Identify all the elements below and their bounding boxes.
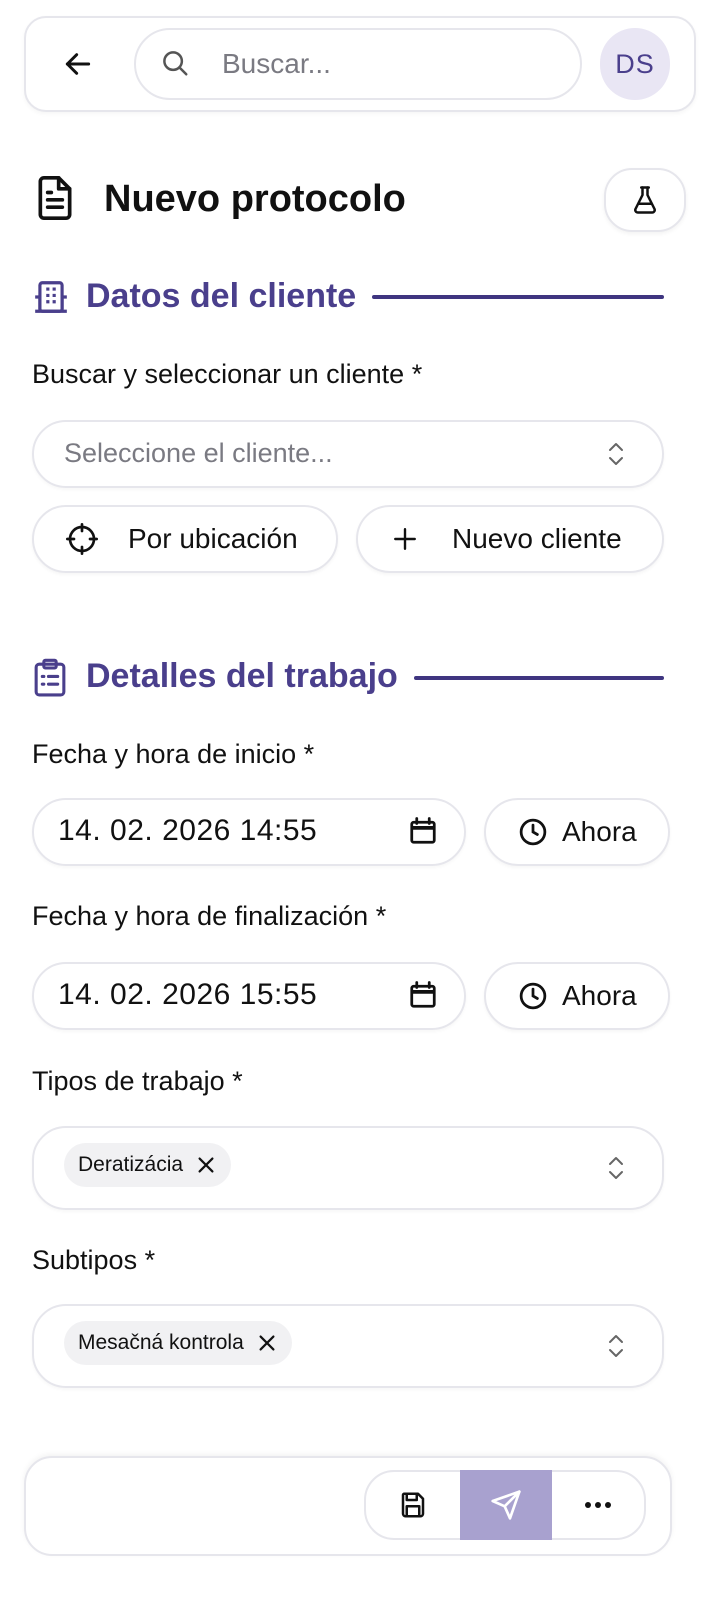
more-options-button[interactable] (552, 1472, 644, 1538)
calendar-icon[interactable] (408, 816, 438, 846)
start-now-label: Ahora (562, 816, 637, 847)
clipboard-list-icon (32, 658, 68, 698)
close-icon[interactable] (256, 1332, 278, 1354)
by-location-button[interactable]: Por ubicación (32, 505, 338, 573)
save-button[interactable] (366, 1472, 460, 1538)
send-icon (491, 1490, 521, 1520)
crosshair-icon (66, 523, 98, 555)
start-datetime-value: 14. 02. 2026 14:55 (58, 814, 318, 847)
close-icon[interactable] (195, 1154, 217, 1176)
new-client-label: Nuevo cliente (452, 523, 622, 554)
avatar[interactable]: DS (600, 28, 670, 100)
chip-label: Deratizácia (78, 1153, 184, 1176)
work-section-title: Detalles del trabajo (86, 657, 398, 695)
end-now-label: Ahora (562, 980, 637, 1011)
save-icon (401, 1492, 425, 1518)
back-button[interactable] (54, 40, 102, 88)
client-select-placeholder: Seleccione el cliente... (64, 438, 333, 468)
end-datetime-label: Fecha y hora de finalización * (32, 901, 387, 931)
arrow-left-icon (65, 53, 91, 75)
search-icon (160, 48, 190, 78)
search-input[interactable] (222, 42, 552, 86)
document-icon (36, 176, 74, 220)
building-icon (32, 278, 70, 316)
end-now-button[interactable]: Ahora (484, 962, 670, 1030)
start-now-button[interactable]: Ahora (484, 798, 670, 866)
new-client-button[interactable]: Nuevo cliente (356, 505, 664, 573)
client-search-label: Buscar y seleccionar un cliente * (32, 359, 423, 389)
more-horizontal-icon (585, 1502, 611, 1508)
end-datetime-value: 14. 02. 2026 15:55 (58, 978, 318, 1011)
clock-icon (518, 817, 548, 847)
work-type-chip: Deratizácia (64, 1143, 232, 1187)
chevrons-up-down-icon (604, 1154, 628, 1182)
calendar-icon[interactable] (408, 980, 438, 1010)
flask-icon (634, 186, 656, 214)
test-mode-button[interactable] (604, 168, 686, 232)
subtypes-label: Subtipos * (32, 1245, 156, 1275)
chip-label: Mesačná kontrola (78, 1331, 244, 1354)
section-divider (414, 676, 664, 680)
chevrons-up-down-icon (604, 1332, 628, 1360)
clock-icon (518, 981, 548, 1011)
work-types-label: Tipos de trabajo * (32, 1066, 243, 1096)
start-datetime-label: Fecha y hora de inicio * (32, 739, 315, 769)
page-title: Nuevo protocolo (104, 178, 406, 220)
subtype-chip: Mesačná kontrola (64, 1321, 292, 1365)
plus-icon (392, 526, 418, 552)
client-section-title: Datos del cliente (86, 277, 357, 315)
send-button[interactable] (460, 1470, 552, 1540)
chevrons-up-down-icon (604, 440, 628, 468)
by-location-label: Por ubicación (128, 523, 298, 554)
section-divider (372, 295, 664, 299)
